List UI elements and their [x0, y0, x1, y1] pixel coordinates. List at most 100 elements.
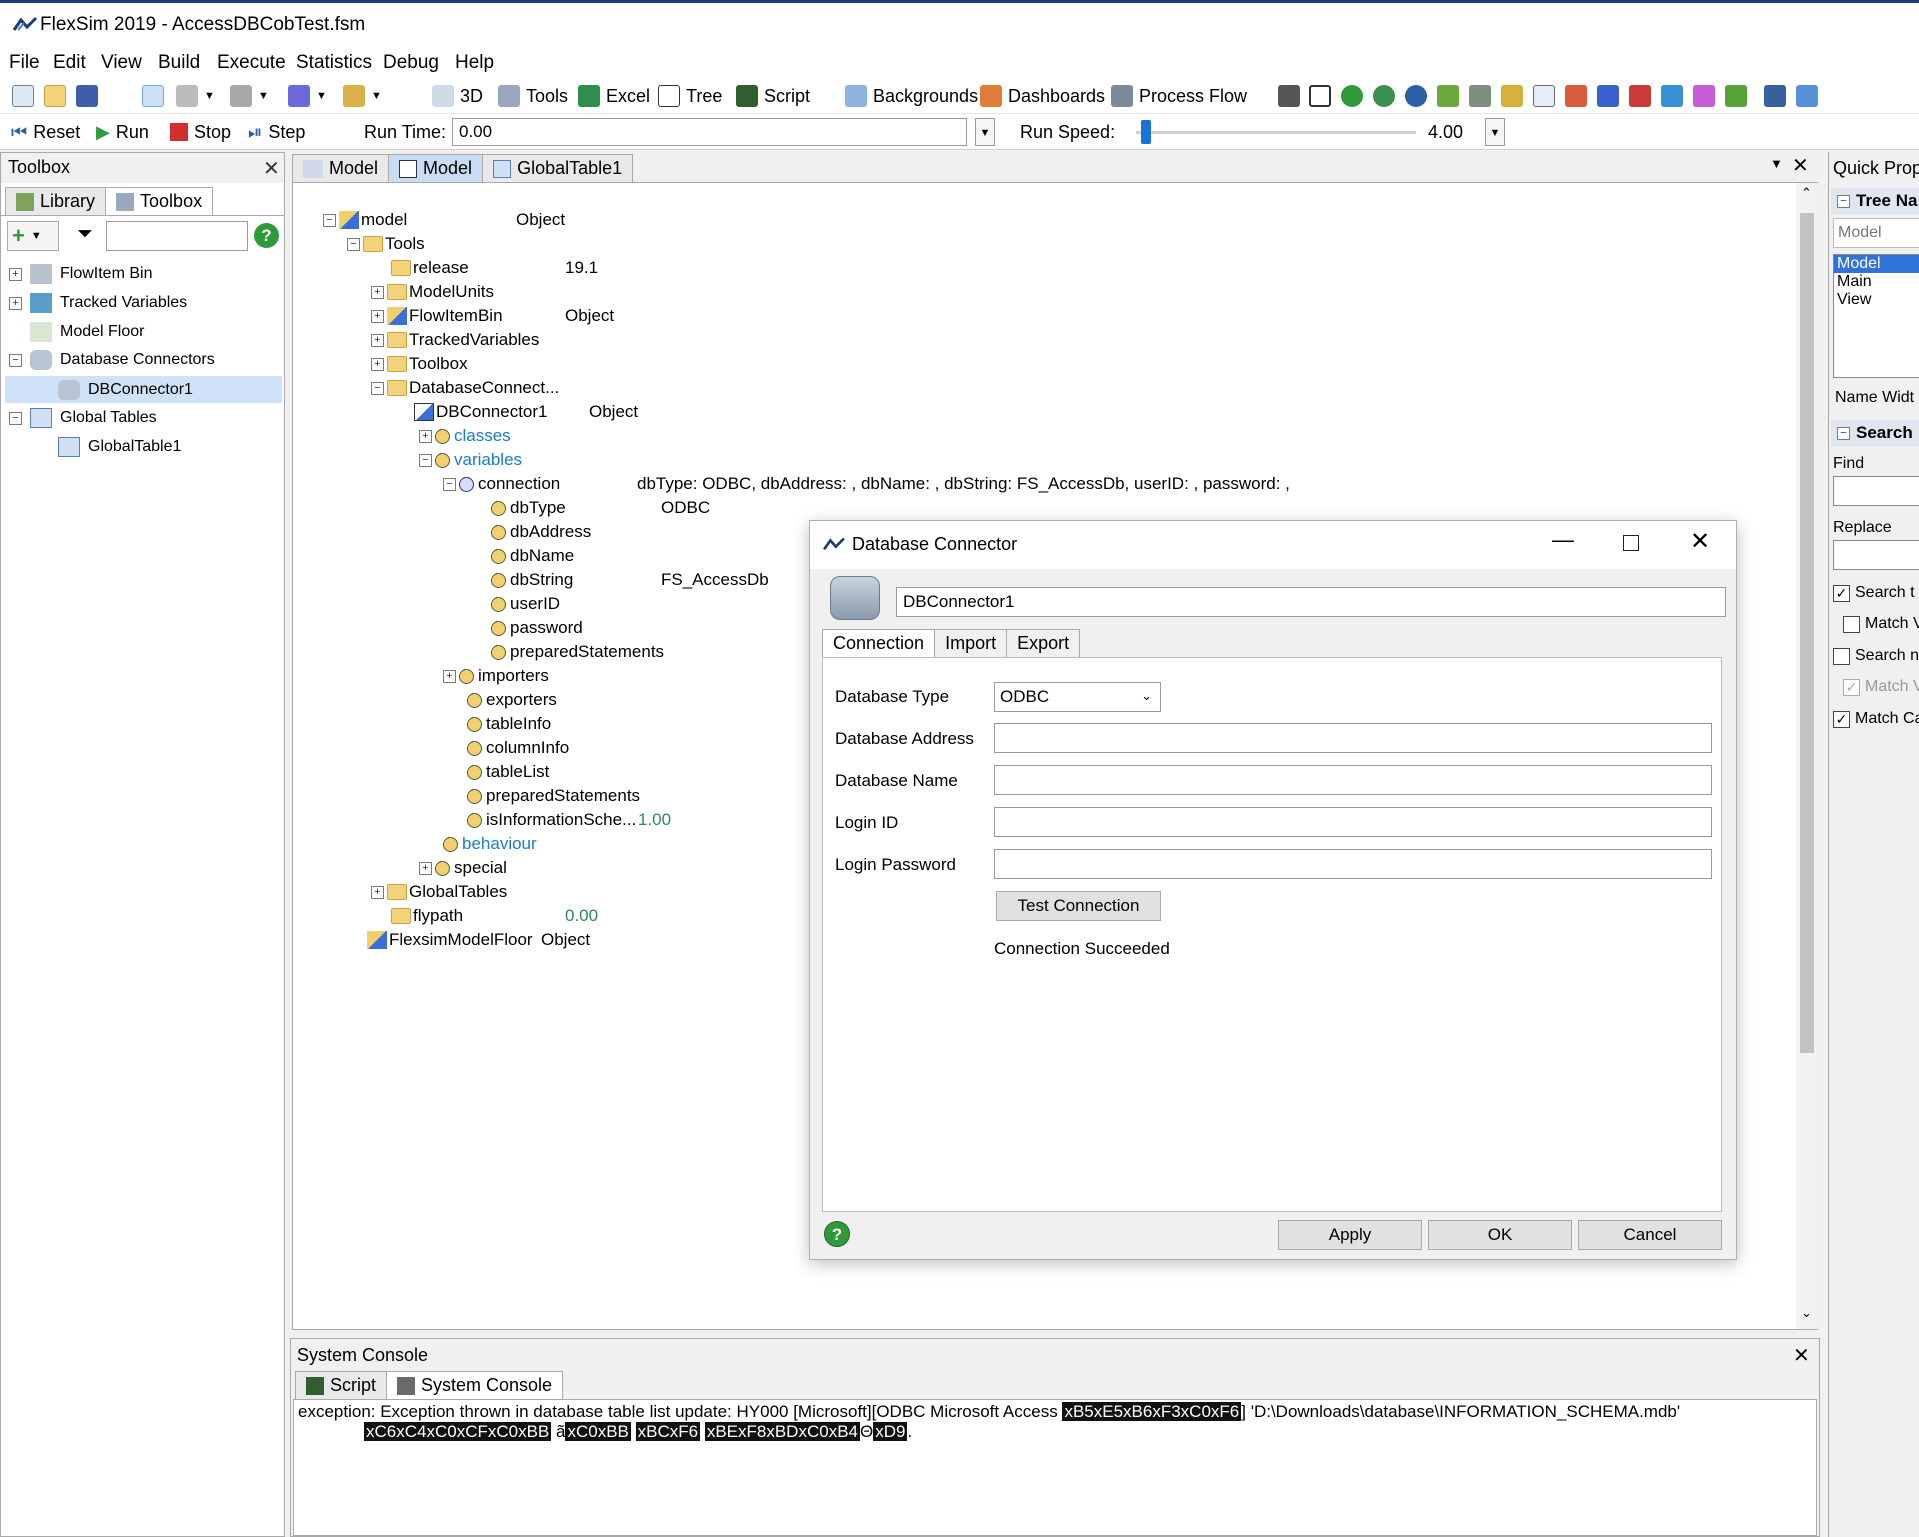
- find-input[interactable]: [1833, 476, 1919, 506]
- tab-connection[interactable]: Connection: [822, 629, 936, 657]
- run-speed-track[interactable]: [1136, 131, 1416, 134]
- chart-icon[interactable]: [1629, 85, 1651, 107]
- search-section[interactable]: − Search: [1831, 420, 1919, 446]
- tree-node-userid[interactable]: userID: [491, 592, 560, 616]
- 3d-view-button[interactable]: 3D: [432, 83, 483, 109]
- menu-help[interactable]: Help: [455, 52, 494, 74]
- collapse-icon[interactable]: −: [9, 353, 22, 367]
- list-item[interactable]: Model: [1834, 255, 1919, 273]
- monitor-icon[interactable]: [1469, 85, 1491, 107]
- refresh-icon[interactable]: [1405, 85, 1427, 107]
- add-button[interactable]: + ▼: [7, 221, 59, 251]
- connector-name-input[interactable]: DBConnector1: [896, 587, 1726, 617]
- minimize-icon[interactable]: —: [1552, 527, 1574, 553]
- close-icon[interactable]: ✕: [1792, 153, 1809, 178]
- collapse-icon[interactable]: −: [1837, 194, 1850, 208]
- toolbox-item-tracked-variables[interactable]: + Tracked Variables: [9, 290, 187, 316]
- tree-path-field[interactable]: Model: [1833, 218, 1919, 248]
- collapse-icon[interactable]: −: [9, 411, 22, 425]
- network-icon[interactable]: [1661, 85, 1683, 107]
- close-icon[interactable]: ✕: [263, 156, 280, 181]
- close-icon[interactable]: ✕: [1793, 1343, 1810, 1368]
- close-icon[interactable]: ✕: [1690, 527, 1710, 556]
- globe-icon[interactable]: [1373, 85, 1395, 107]
- dock-icon[interactable]: [1796, 85, 1818, 107]
- tree-node-columninfo[interactable]: columnInfo: [467, 736, 569, 760]
- menu-view[interactable]: View: [101, 52, 142, 74]
- menu-file[interactable]: File: [9, 52, 40, 74]
- calendar-icon[interactable]: [1533, 85, 1555, 107]
- toolbox-item-globaltable1[interactable]: GlobalTable1: [58, 434, 181, 460]
- help-icon[interactable]: ?: [824, 1221, 850, 1247]
- tab-model-3d[interactable]: Model: [292, 154, 390, 182]
- tree-node-model[interactable]: − model: [323, 208, 407, 232]
- tab-script[interactable]: Script: [295, 1371, 388, 1399]
- menu-execute[interactable]: Execute: [217, 52, 286, 74]
- tree-node-flexsimmodelfloor[interactable]: FlexsimModelFloor: [367, 928, 533, 952]
- tree-node-dbstring[interactable]: dbString: [491, 568, 573, 592]
- puzzle-icon[interactable]: [1437, 85, 1459, 107]
- menu-edit[interactable]: Edit: [53, 52, 86, 74]
- wand-icon[interactable]: [1693, 85, 1715, 107]
- window-icon[interactable]: [1309, 85, 1331, 107]
- tab-export[interactable]: Export: [1006, 629, 1081, 657]
- toolbox-item-flowitem-bin[interactable]: + FlowItem Bin: [9, 261, 152, 287]
- tree-node-databaseconnectors[interactable]: − DatabaseConnect...: [371, 376, 559, 400]
- login-password-input[interactable]: [994, 849, 1712, 879]
- tree-node-modelunits[interactable]: + ModelUnits: [371, 280, 494, 304]
- connect-objects-icon[interactable]: [176, 85, 198, 107]
- menu-build[interactable]: Build: [158, 52, 200, 74]
- tree-node-trackedvariables[interactable]: + TrackedVariables: [371, 328, 539, 352]
- chevron-down-icon[interactable]: ⌄: [1801, 1305, 1812, 1321]
- toolbox-item-global-tables[interactable]: − Global Tables: [9, 405, 157, 431]
- collapse-icon[interactable]: −: [323, 213, 336, 227]
- list-item[interactable]: Main: [1834, 273, 1919, 291]
- maximize-icon[interactable]: [1623, 535, 1639, 551]
- tree-node-flowitembin[interactable]: + FlowItemBin: [371, 304, 503, 328]
- pointer-mode-icon[interactable]: [142, 85, 164, 107]
- tree-node-tools[interactable]: − Tools: [347, 232, 425, 256]
- tools-button[interactable]: Tools: [498, 83, 568, 109]
- collapse-icon[interactable]: −: [419, 453, 432, 467]
- menu-statistics[interactable]: Statistics: [296, 52, 372, 74]
- run-speed-dropdown[interactable]: ▼: [1485, 118, 1505, 146]
- vertical-scrollbar[interactable]: ⌃ ⌄: [1796, 183, 1818, 1329]
- experimenter-icon[interactable]: [1501, 85, 1523, 107]
- collapse-icon[interactable]: −: [443, 477, 456, 491]
- save-icon[interactable]: [76, 85, 98, 107]
- process-flow-button[interactable]: Process Flow: [1111, 83, 1247, 109]
- run-time-dropdown[interactable]: ▼: [975, 118, 995, 146]
- stop-button[interactable]: Stop: [170, 119, 231, 145]
- expand-icon[interactable]: +: [371, 285, 384, 299]
- backgrounds-button[interactable]: Backgrounds: [845, 83, 978, 109]
- tree-node-importers[interactable]: + importers: [443, 664, 549, 688]
- tree-node-password[interactable]: password: [491, 616, 583, 640]
- optquest-icon[interactable]: [1565, 85, 1587, 107]
- step-button[interactable]: ⏯ Step: [248, 119, 305, 145]
- chevron-down-icon[interactable]: ▼: [1770, 156, 1783, 171]
- create-objects-icon[interactable]: [230, 85, 252, 107]
- expand-icon[interactable]: +: [9, 267, 22, 281]
- toolbox-search-input[interactable]: [106, 221, 248, 251]
- tree-node-isinformationschema[interactable]: isInformationSche...: [467, 808, 636, 832]
- checkbox[interactable]: [1833, 647, 1850, 665]
- run-speed-slider-thumb[interactable]: [1141, 120, 1151, 144]
- select-shape-icon[interactable]: [288, 85, 310, 107]
- expand-icon[interactable]: +: [419, 861, 432, 875]
- tree-node-dbname[interactable]: dbName: [491, 544, 574, 568]
- run-button[interactable]: ▶ Run: [96, 119, 149, 145]
- checkbox[interactable]: [1843, 615, 1860, 633]
- menu-debug[interactable]: Debug: [383, 52, 439, 74]
- tree-node-exporters[interactable]: exporters: [467, 688, 557, 712]
- toolbox-item-dbconnector1[interactable]: DBConnector1: [58, 377, 193, 403]
- group-icon[interactable]: [343, 85, 365, 107]
- open-folder-icon[interactable]: [44, 85, 66, 107]
- tree-node-preparedstatements[interactable]: preparedStatements: [491, 640, 664, 664]
- checkbox-checked[interactable]: ✓: [1833, 710, 1850, 728]
- match-case-option[interactable]: ✓ Match Ca: [1833, 710, 1919, 728]
- expand-icon[interactable]: +: [419, 429, 432, 443]
- search-tree-option[interactable]: ✓ Search t: [1833, 584, 1915, 602]
- layout-icon[interactable]: [1278, 85, 1300, 107]
- tree-node-classes[interactable]: + classes: [419, 424, 511, 448]
- list-item[interactable]: View: [1834, 291, 1919, 309]
